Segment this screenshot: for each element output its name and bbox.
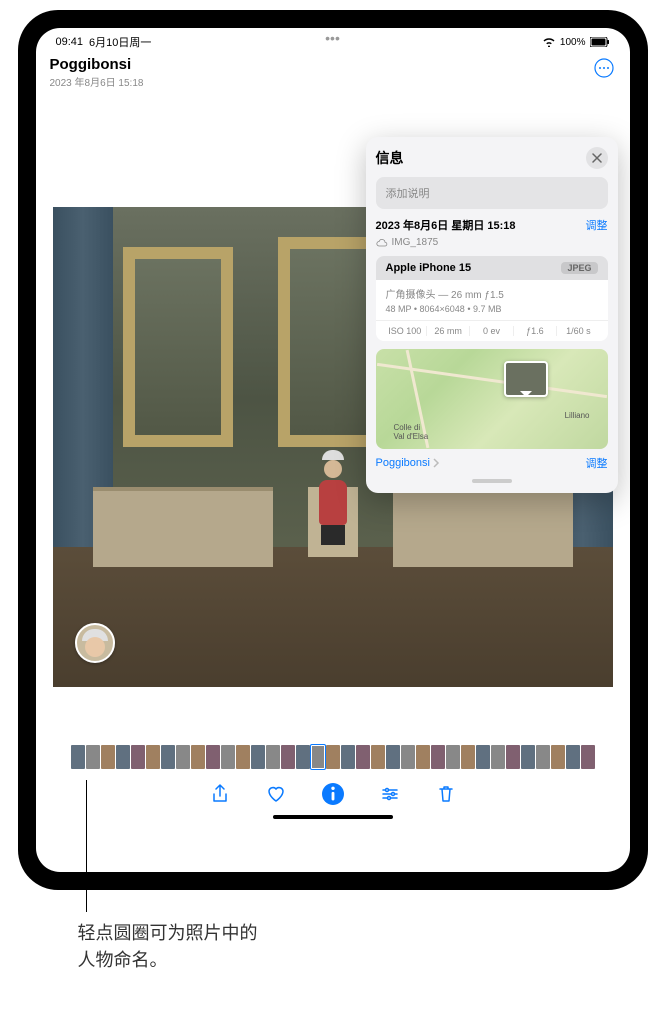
photo-date-subtitle: 2023 年8月6日 15:18 bbox=[50, 74, 144, 89]
map-place-2: Lilliano bbox=[565, 411, 590, 420]
close-button[interactable] bbox=[586, 147, 608, 169]
thumbnail[interactable] bbox=[461, 745, 475, 769]
thumbnail[interactable] bbox=[446, 745, 460, 769]
map-place-1: Colle di Val d'Elsa bbox=[394, 423, 429, 441]
adjust-location-link[interactable]: 调整 bbox=[586, 455, 608, 471]
share-button[interactable] bbox=[210, 783, 230, 805]
thumbnail[interactable] bbox=[386, 745, 400, 769]
share-icon bbox=[210, 784, 230, 804]
thumbnail[interactable] bbox=[341, 745, 355, 769]
thumbnail[interactable] bbox=[326, 745, 340, 769]
cloud-icon bbox=[376, 238, 388, 248]
more-options-button[interactable] bbox=[592, 56, 616, 80]
thumbnail[interactable] bbox=[251, 745, 265, 769]
callout-line1: 轻点圆圈可为照片中的 bbox=[78, 920, 588, 947]
close-icon bbox=[592, 153, 602, 163]
caption-placeholder: 添加说明 bbox=[386, 188, 430, 200]
thumbnail[interactable] bbox=[281, 745, 295, 769]
info-popover: 信息 添加说明 2023 年8月6日 星期日 15:18 调整 IMG_1875 bbox=[366, 137, 618, 493]
thumbnail[interactable] bbox=[71, 745, 85, 769]
camera-mp: 48 MP bbox=[386, 304, 412, 314]
exif-shutter: 1/60 s bbox=[557, 326, 599, 336]
thumbnail[interactable] bbox=[416, 745, 430, 769]
thumbnail[interactable] bbox=[86, 745, 100, 769]
home-indicator[interactable] bbox=[273, 815, 393, 819]
info-filename: IMG_1875 bbox=[392, 237, 439, 248]
exif-row: ISO 100 26 mm 0 ev ƒ1.6 1/60 s bbox=[376, 320, 608, 341]
thumbnail[interactable] bbox=[521, 745, 535, 769]
callout-annotation: 轻点圆圈可为照片中的 人物命名。 bbox=[18, 920, 648, 974]
thumbnail[interactable] bbox=[191, 745, 205, 769]
thumbnail-strip[interactable] bbox=[36, 737, 630, 773]
drag-handle[interactable] bbox=[472, 479, 512, 483]
status-date: 6月10日周一 bbox=[89, 34, 151, 50]
thumbnail[interactable] bbox=[296, 745, 310, 769]
thumbnail[interactable] bbox=[131, 745, 145, 769]
favorite-button[interactable] bbox=[266, 783, 286, 805]
exif-focal: 26 mm bbox=[427, 326, 470, 336]
photo-viewer[interactable]: 信息 添加说明 2023 年8月6日 星期日 15:18 调整 IMG_1875 bbox=[36, 97, 630, 737]
thumbnail[interactable] bbox=[551, 745, 565, 769]
thumbnail[interactable] bbox=[431, 745, 445, 769]
location-map[interactable]: Colle di Val d'Elsa Lilliano bbox=[376, 349, 608, 449]
photo-toolbar bbox=[36, 773, 630, 811]
info-icon bbox=[323, 784, 343, 804]
info-title: 信息 bbox=[376, 148, 404, 168]
camera-size: 9.7 MB bbox=[473, 304, 502, 314]
camera-info-box: Apple iPhone 15 JPEG 广角摄像头 — 26 mm ƒ1.5 … bbox=[376, 256, 608, 341]
camera-res: 8064×6048 bbox=[420, 304, 465, 314]
location-link[interactable]: Poggibonsi bbox=[376, 457, 440, 469]
status-time: 09:41 bbox=[56, 36, 84, 48]
exif-ev: 0 ev bbox=[470, 326, 513, 336]
multitask-dots[interactable]: ••• bbox=[325, 30, 340, 46]
thumbnail[interactable] bbox=[566, 745, 580, 769]
thumbnail[interactable] bbox=[266, 745, 280, 769]
ipad-frame: 09:41 6月10日周一 ••• 100% Poggibonsi 2023 年… bbox=[18, 10, 648, 890]
heart-icon bbox=[266, 784, 286, 804]
thumbnail[interactable] bbox=[581, 745, 595, 769]
thumbnail[interactable] bbox=[176, 745, 190, 769]
thumbnail[interactable] bbox=[356, 745, 370, 769]
thumbnail[interactable] bbox=[221, 745, 235, 769]
thumbnail[interactable] bbox=[161, 745, 175, 769]
thumbnail[interactable] bbox=[371, 745, 385, 769]
format-badge: JPEG bbox=[561, 262, 597, 274]
battery-icon bbox=[590, 37, 610, 47]
thumbnail-selected[interactable] bbox=[311, 745, 325, 769]
trash-icon bbox=[436, 784, 456, 804]
battery-percent: 100% bbox=[560, 37, 586, 48]
adjust-date-link[interactable]: 调整 bbox=[586, 217, 608, 233]
thumbnail[interactable] bbox=[116, 745, 130, 769]
thumbnail[interactable] bbox=[236, 745, 250, 769]
map-photo-pin bbox=[504, 361, 548, 397]
exif-aperture: ƒ1.6 bbox=[514, 326, 557, 336]
wifi-icon bbox=[542, 37, 556, 47]
thumbnail[interactable] bbox=[101, 745, 115, 769]
thumbnail[interactable] bbox=[146, 745, 160, 769]
info-date: 2023 年8月6日 星期日 15:18 bbox=[376, 217, 516, 233]
photo-location-title: Poggibonsi bbox=[50, 56, 144, 73]
caption-field[interactable]: 添加说明 bbox=[376, 177, 608, 209]
sliders-icon bbox=[380, 784, 400, 804]
person-face-tag[interactable] bbox=[75, 623, 115, 663]
thumbnail[interactable] bbox=[506, 745, 520, 769]
thumbnail[interactable] bbox=[206, 745, 220, 769]
photo-header: Poggibonsi 2023 年8月6日 15:18 bbox=[36, 52, 630, 97]
camera-device: Apple iPhone 15 bbox=[386, 262, 472, 274]
chevron-right-icon bbox=[432, 458, 440, 468]
thumbnail[interactable] bbox=[401, 745, 415, 769]
info-button[interactable] bbox=[322, 783, 344, 805]
thumbnail[interactable] bbox=[536, 745, 550, 769]
delete-button[interactable] bbox=[436, 783, 456, 805]
thumbnail[interactable] bbox=[491, 745, 505, 769]
adjust-button[interactable] bbox=[380, 783, 400, 805]
exif-iso: ISO 100 bbox=[384, 326, 427, 336]
status-bar: 09:41 6月10日周一 ••• 100% bbox=[36, 28, 630, 52]
camera-lens: 广角摄像头 — 26 mm ƒ1.5 bbox=[386, 286, 598, 301]
callout-line2: 人物命名。 bbox=[78, 947, 588, 974]
screen: 09:41 6月10日周一 ••• 100% Poggibonsi 2023 年… bbox=[36, 28, 630, 872]
thumbnail[interactable] bbox=[476, 745, 490, 769]
